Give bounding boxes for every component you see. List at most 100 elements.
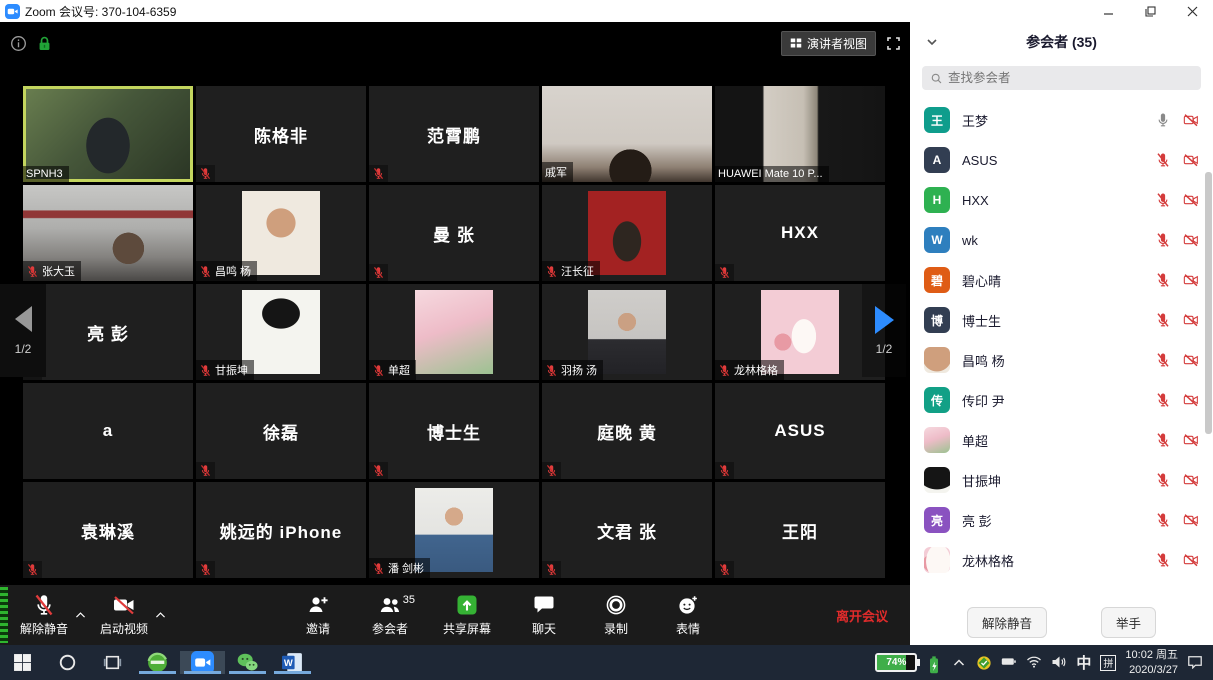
action-center-icon[interactable] [1187, 655, 1203, 671]
prev-page-button[interactable]: 1/2 [0, 284, 46, 377]
video-tile[interactable]: SPNH3 [23, 86, 193, 182]
fullscreen-icon[interactable] [885, 35, 902, 52]
video-tile[interactable]: 龙林格格 [715, 284, 885, 380]
camera-off-icon[interactable] [1183, 352, 1199, 368]
mic-muted-icon[interactable] [1155, 272, 1171, 288]
video-tile[interactable]: 博士生 [369, 383, 539, 479]
maximize-button[interactable] [1129, 0, 1171, 22]
mic-muted-icon[interactable] [1155, 432, 1171, 448]
camera-off-icon[interactable] [1183, 552, 1199, 568]
ime-layout-indicator[interactable]: 拼 [1100, 655, 1116, 671]
next-page-button[interactable]: 1/2 [862, 284, 906, 377]
mic-on-icon[interactable] [1155, 112, 1171, 128]
mic-muted-icon[interactable] [1155, 512, 1171, 528]
camera-off-icon[interactable] [1183, 432, 1199, 448]
video-tile[interactable]: a [23, 383, 193, 479]
participant-row[interactable]: 传传印 尹 [924, 380, 1199, 420]
invite-button[interactable]: 邀请 [289, 585, 347, 645]
camera-off-icon[interactable] [1183, 312, 1199, 328]
camera-off-icon[interactable] [1183, 152, 1199, 168]
wechat-taskbar-item[interactable] [225, 651, 270, 674]
video-tile[interactable]: 曼 张 [369, 185, 539, 281]
participant-row[interactable]: 博博士生 [924, 300, 1199, 340]
tray-expand-icon[interactable] [951, 655, 967, 671]
mic-muted-icon[interactable] [1155, 392, 1171, 408]
battery-tray-icon[interactable] [1001, 655, 1017, 671]
video-tile[interactable]: 文君 张 [542, 482, 712, 578]
participants-button[interactable]: 参会者35 [361, 585, 419, 645]
start-button[interactable] [0, 653, 45, 672]
antivirus-icon[interactable] [976, 655, 992, 671]
video-tile[interactable]: 陈格非 [196, 86, 366, 182]
video-tile[interactable]: 羽扬 汤 [542, 284, 712, 380]
mic-muted-icon[interactable] [1155, 192, 1171, 208]
video-tile[interactable]: 昌鸣 杨 [196, 185, 366, 281]
taskbar-clock[interactable]: 10:02 周五2020/3/27 [1125, 648, 1178, 677]
word-taskbar-item[interactable]: W [270, 651, 315, 674]
leave-meeting-button[interactable]: 离开会议 [836, 606, 888, 625]
participant-row[interactable]: 碧碧心晴 [924, 260, 1199, 300]
search-input[interactable] [948, 71, 1193, 85]
browser-taskbar-item[interactable] [135, 651, 180, 674]
camera-off-icon[interactable] [1183, 192, 1199, 208]
chevron-down-icon[interactable] [924, 34, 940, 50]
task-view-button[interactable] [90, 653, 135, 672]
volume-icon[interactable] [1051, 655, 1067, 671]
wifi-icon[interactable] [1026, 655, 1042, 671]
participant-row[interactable]: AASUS [924, 140, 1199, 180]
video-tile[interactable]: 单超 [369, 284, 539, 380]
camera-off-icon[interactable] [1183, 512, 1199, 528]
meeting-info-icon[interactable] [10, 35, 27, 52]
chat-button[interactable]: 聊天 [515, 585, 573, 645]
close-button[interactable] [1171, 0, 1213, 22]
raise-hand-button[interactable]: 举手 [1101, 607, 1156, 638]
record-button[interactable]: 录制 [587, 585, 645, 645]
participants-scrollbar[interactable] [1205, 152, 1212, 622]
battery-charging-icon[interactable] [926, 655, 942, 671]
zoom-taskbar-item[interactable] [180, 651, 225, 674]
video-tile[interactable]: 潘 剑彬 [369, 482, 539, 578]
video-tile[interactable]: 汪长征 [542, 185, 712, 281]
mic-muted-icon[interactable] [1155, 152, 1171, 168]
ime-mode-indicator[interactable]: 中 [1076, 652, 1091, 673]
camera-off-icon[interactable] [1183, 392, 1199, 408]
mic-muted-icon[interactable] [1155, 552, 1171, 568]
camera-off-icon[interactable] [1183, 232, 1199, 248]
participant-row[interactable]: HHXX [924, 180, 1199, 220]
share-screen-button[interactable]: 共享屏幕 [433, 585, 501, 645]
start-video-button[interactable]: 启动视频 [90, 585, 158, 645]
video-tile[interactable]: HUAWEI Mate 10 P... [715, 86, 885, 182]
video-tile[interactable]: 庭晚 黄 [542, 383, 712, 479]
video-tile[interactable]: 戚军 [542, 86, 712, 182]
video-tile[interactable]: 徐磊 [196, 383, 366, 479]
participant-row[interactable]: 龙林格格 [924, 540, 1199, 575]
minimize-button[interactable] [1087, 0, 1129, 22]
mic-muted-icon[interactable] [1155, 352, 1171, 368]
unmute-self-button[interactable]: 解除静音 [967, 607, 1047, 638]
camera-off-icon[interactable] [1183, 472, 1199, 488]
video-tile[interactable]: ASUS [715, 383, 885, 479]
video-tile[interactable]: 姚远的 iPhone [196, 482, 366, 578]
video-tile[interactable]: 王阳 [715, 482, 885, 578]
video-tile[interactable]: 范霄鹏 [369, 86, 539, 182]
mic-muted-icon[interactable] [1155, 232, 1171, 248]
participant-search[interactable] [922, 66, 1201, 90]
camera-off-icon[interactable] [1183, 272, 1199, 288]
participant-row[interactable]: 亮亮 彭 [924, 500, 1199, 540]
reactions-button[interactable]: 表情 [659, 585, 717, 645]
participant-row[interactable]: 昌鸣 杨 [924, 340, 1199, 380]
video-tile[interactable]: 袁琳溪 [23, 482, 193, 578]
video-tile[interactable]: 甘振坤 [196, 284, 366, 380]
scrollbar-thumb[interactable] [1205, 172, 1212, 434]
participant-row[interactable]: 王王梦 [924, 100, 1199, 140]
unmute-button[interactable]: 解除静音 [10, 585, 78, 645]
mic-muted-icon[interactable] [1155, 312, 1171, 328]
video-tile[interactable]: HXX [715, 185, 885, 281]
camera-off-icon[interactable] [1183, 112, 1199, 128]
participant-row[interactable]: 单超 [924, 420, 1199, 460]
battery-indicator[interactable]: 74% [875, 653, 917, 672]
video-tile[interactable]: 亮 彭 [23, 284, 193, 380]
cortana-button[interactable] [45, 653, 90, 672]
mic-muted-icon[interactable] [1155, 472, 1171, 488]
participant-row[interactable]: Wwk [924, 220, 1199, 260]
